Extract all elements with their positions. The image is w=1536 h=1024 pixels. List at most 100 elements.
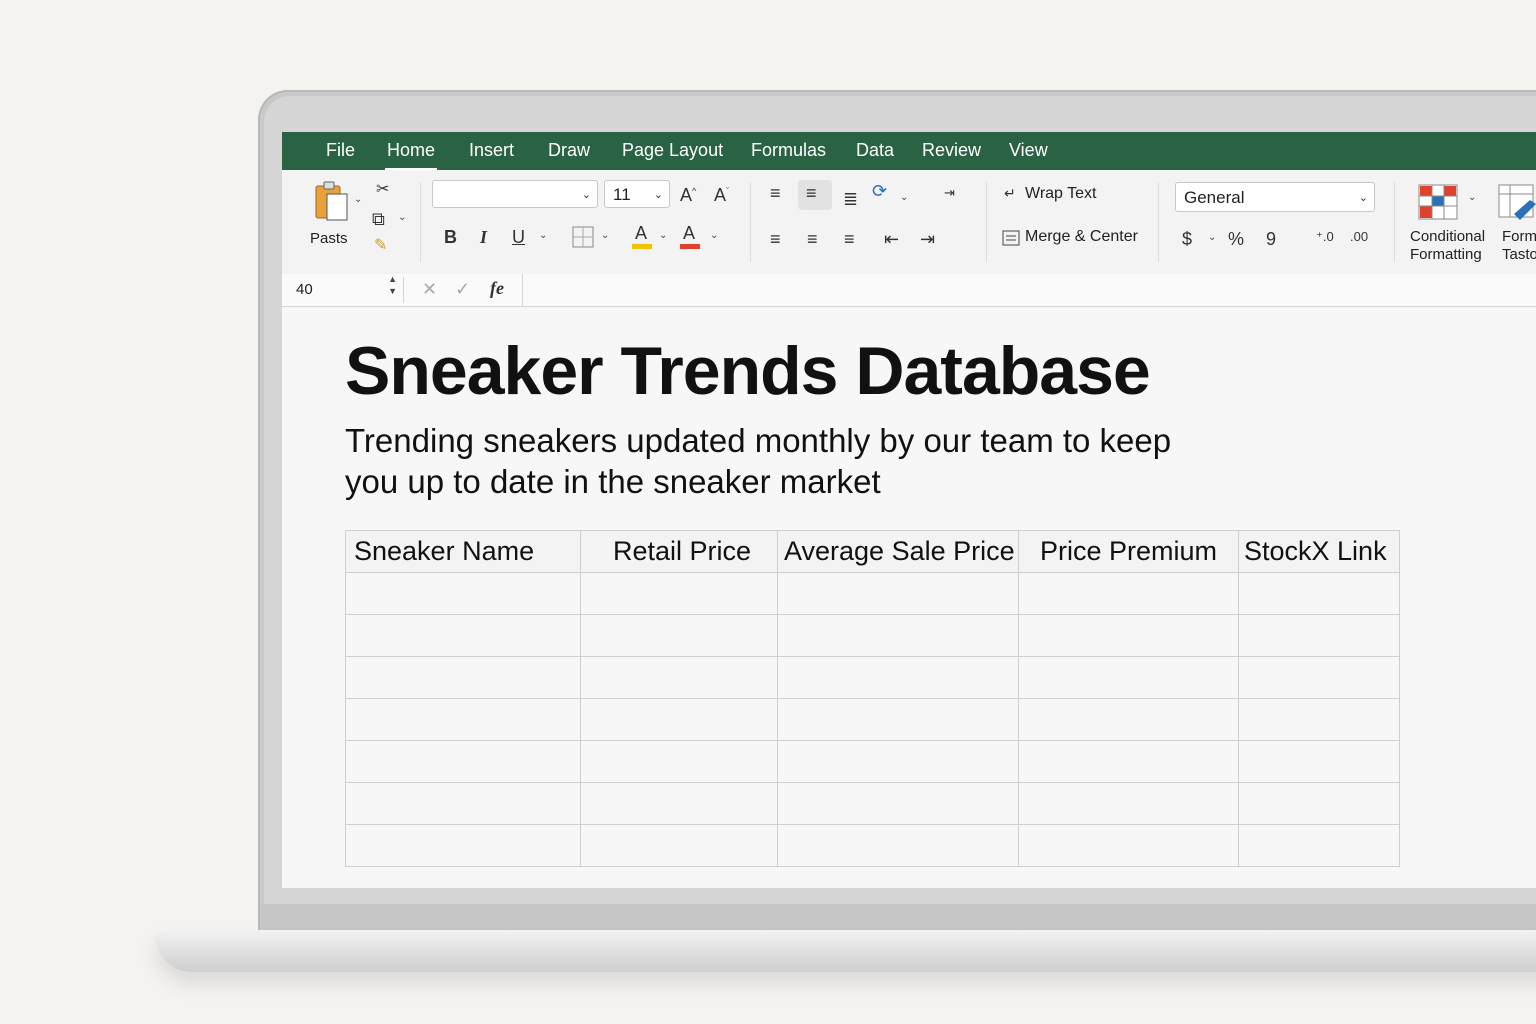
table-cell[interactable] — [345, 698, 581, 741]
paste-dropdown-caret[interactable]: ⌄ — [354, 194, 362, 205]
table-cell[interactable] — [1238, 698, 1400, 741]
laptop-hinge — [262, 904, 1536, 932]
borders-dropdown-caret[interactable]: ⌄ — [601, 230, 609, 241]
chevron-down-icon: ⌄ — [1358, 192, 1368, 204]
tab-view[interactable]: View — [1009, 140, 1048, 161]
table-cell[interactable] — [580, 572, 778, 615]
header-sneaker-name[interactable]: Sneaker Name — [345, 530, 581, 573]
table-cell[interactable] — [345, 824, 581, 867]
borders-icon[interactable] — [572, 226, 594, 248]
tab-home[interactable]: Home — [384, 140, 438, 170]
bottom-align-icon[interactable]: ≣ — [843, 190, 858, 208]
fill-color-button[interactable]: A — [632, 222, 654, 250]
table-cell[interactable] — [777, 656, 1019, 699]
table-cell[interactable] — [580, 656, 778, 699]
table-cell[interactable] — [345, 782, 581, 825]
increase-font-size-icon[interactable]: A^ — [680, 186, 696, 204]
table-cell[interactable] — [345, 572, 581, 615]
font-color-dropdown-caret[interactable]: ⌄ — [710, 230, 718, 241]
table-cell[interactable] — [345, 614, 581, 657]
cancel-icon[interactable]: ✕ — [422, 280, 437, 298]
tab-page-layout[interactable]: Page Layout — [622, 140, 723, 161]
tab-data[interactable]: Data — [856, 140, 894, 161]
bold-button[interactable]: B — [444, 228, 457, 246]
tab-file[interactable]: File — [326, 140, 355, 161]
indent-icon[interactable]: ⇥ — [944, 186, 955, 199]
table-cell[interactable] — [1238, 656, 1400, 699]
table-cell[interactable] — [580, 824, 778, 867]
table-cell[interactable] — [1018, 782, 1239, 825]
tab-draw[interactable]: Draw — [548, 140, 590, 161]
tab-insert[interactable]: Insert — [469, 140, 514, 161]
insert-function-button[interactable]: fe — [490, 279, 504, 297]
paste-button[interactable]: Pasts — [306, 180, 358, 252]
copy-dropdown-caret[interactable]: ⌄ — [398, 212, 406, 223]
font-color-button[interactable]: A — [680, 222, 702, 250]
orientation-dropdown-caret[interactable]: ⌄ — [900, 192, 908, 203]
comma-style-button[interactable]: 9 — [1266, 230, 1276, 248]
align-left-icon[interactable]: ≡ — [770, 230, 781, 248]
format-as-table-button[interactable]: Form Tasto — [1496, 178, 1536, 268]
table-cell[interactable] — [777, 782, 1019, 825]
orientation-icon[interactable]: ⟳ — [872, 182, 887, 200]
table-cell[interactable] — [1018, 614, 1239, 657]
format-painter-icon[interactable]: ✎ — [374, 238, 387, 254]
tab-review[interactable]: Review — [922, 140, 981, 161]
wrap-text-button[interactable]: Wrap Text — [1025, 185, 1096, 203]
decrease-indent-icon[interactable]: ⇤ — [884, 230, 899, 248]
decrease-decimal-icon[interactable]: .00 — [1350, 230, 1368, 243]
italic-button[interactable]: I — [480, 228, 487, 246]
tab-formulas[interactable]: Formulas — [751, 140, 826, 161]
currency-dropdown-caret[interactable]: ⌄ — [1208, 232, 1216, 243]
increase-indent-icon[interactable]: ⇥ — [920, 230, 935, 248]
table-cell[interactable] — [1238, 782, 1400, 825]
conditional-formatting-caret[interactable]: ⌄ — [1468, 192, 1476, 203]
align-center-icon[interactable]: ≡ — [807, 230, 818, 248]
font-name-select[interactable]: ⌄ — [432, 180, 598, 208]
header-stockx-link[interactable]: StockX Link — [1238, 530, 1400, 573]
top-align-icon[interactable]: ≡ — [770, 184, 781, 202]
table-cell[interactable] — [1238, 740, 1400, 783]
enter-check-icon[interactable]: ✓ — [455, 280, 470, 298]
align-right-icon[interactable]: ≡ — [844, 230, 855, 248]
font-size-select[interactable]: 11 ⌄ — [604, 180, 670, 208]
table-cell[interactable] — [580, 614, 778, 657]
table-cell[interactable] — [777, 740, 1019, 783]
percent-button[interactable]: % — [1228, 230, 1244, 248]
table-cell[interactable] — [1238, 614, 1400, 657]
header-average-sale-price[interactable]: Average Sale Price — [777, 530, 1019, 573]
table-row — [345, 572, 1400, 615]
number-format-select[interactable]: General ⌄ — [1175, 182, 1375, 212]
cut-icon[interactable]: ✂ — [376, 182, 389, 198]
table-cell[interactable] — [1238, 824, 1400, 867]
currency-icon[interactable]: $ — [1182, 230, 1192, 248]
table-cell[interactable] — [580, 698, 778, 741]
table-cell[interactable] — [1018, 572, 1239, 615]
formula-input[interactable] — [524, 274, 1536, 306]
name-box-value: 40 — [296, 281, 313, 298]
header-retail-price[interactable]: Retail Price — [580, 530, 778, 573]
table-cell[interactable] — [345, 740, 581, 783]
increase-decimal-icon[interactable]: ⁺.0 — [1316, 230, 1334, 243]
table-cell[interactable] — [580, 782, 778, 825]
table-cell[interactable] — [777, 572, 1019, 615]
table-cell[interactable] — [580, 740, 778, 783]
table-cell[interactable] — [777, 698, 1019, 741]
table-cell[interactable] — [1018, 824, 1239, 867]
copy-icon[interactable]: ⧉ — [372, 210, 385, 228]
underline-dropdown-caret[interactable]: ⌄ — [539, 230, 547, 241]
table-cell[interactable] — [1238, 572, 1400, 615]
name-box-stepper-icon[interactable]: ▲ ▼ — [388, 273, 397, 297]
merge-center-button[interactable]: Merge & Center — [1025, 228, 1138, 246]
table-cell[interactable] — [1018, 740, 1239, 783]
fill-color-dropdown-caret[interactable]: ⌄ — [659, 230, 667, 241]
header-price-premium[interactable]: Price Premium — [1018, 530, 1239, 573]
table-cell[interactable] — [777, 824, 1019, 867]
table-cell[interactable] — [777, 614, 1019, 657]
decrease-font-size-icon[interactable]: Aˇ — [714, 186, 729, 204]
underline-button[interactable]: U — [512, 228, 525, 246]
table-cell[interactable] — [345, 656, 581, 699]
table-cell[interactable] — [1018, 698, 1239, 741]
name-box[interactable]: 40 ▲ ▼ — [288, 274, 404, 303]
table-cell[interactable] — [1018, 656, 1239, 699]
